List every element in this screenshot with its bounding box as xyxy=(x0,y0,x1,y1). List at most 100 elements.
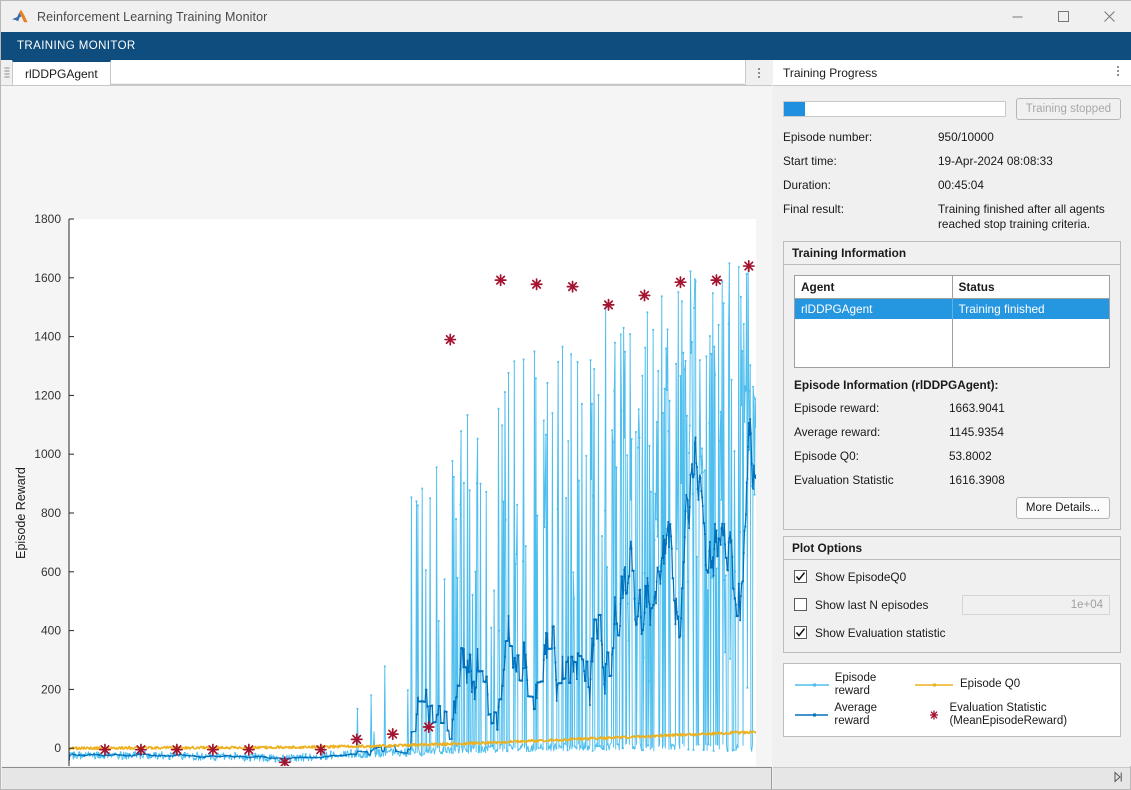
option-label: Show last N episodes xyxy=(815,598,928,612)
toolstrip-tab-training-monitor[interactable]: TRAINING MONITOR xyxy=(11,36,142,56)
field-value: 1616.3908 xyxy=(949,473,1110,488)
field-label: Final result: xyxy=(783,202,938,232)
svg-text:400: 400 xyxy=(41,624,61,638)
more-details-row: More Details... xyxy=(794,497,1110,519)
option-show-evaluation-statistic[interactable]: Show Evaluation statistic xyxy=(794,626,1110,640)
svg-text:800: 800 xyxy=(41,506,61,520)
kebab-icon xyxy=(758,68,760,78)
option-show-episodeq0[interactable]: Show EpisodeQ0 xyxy=(794,570,1110,584)
field-label: Duration: xyxy=(783,178,938,193)
field-episode-q0: Episode Q0: 53.8002 xyxy=(794,449,1110,464)
group-title: Plot Options xyxy=(784,537,1120,560)
cell-agent: rlDDPGAgent xyxy=(795,299,953,320)
stop-training-button[interactable]: Training stopped xyxy=(1016,98,1121,120)
option-show-last-n-episodes[interactable]: Show last N episodes 1e+04 xyxy=(794,595,1110,615)
legend-swatch-line-icon xyxy=(794,710,828,720)
chart-legend: Episode reward Episode Q0 Average reward xyxy=(783,663,1121,737)
document-tab-overflow-button[interactable] xyxy=(746,60,772,85)
last-n-episodes-input[interactable]: 1e+04 xyxy=(962,595,1110,615)
table-header-row: Agent Status xyxy=(795,276,1110,299)
field-value: 950/10000 xyxy=(938,130,1121,145)
group-body: Agent Status rlDDPGAgent Training finish… xyxy=(784,265,1120,529)
tab-bar-filler xyxy=(111,60,746,85)
field-label: Evaluation Statistic xyxy=(794,473,949,488)
progress-bar-fill xyxy=(784,102,805,116)
field-final-result: Final result: Training finished after al… xyxy=(783,202,1121,232)
matlab-icon xyxy=(11,8,29,26)
cell-empty xyxy=(795,319,953,367)
legend-entry-evaluation-statistic: Evaluation Statistic (MeanEpisodeReward) xyxy=(914,702,1110,728)
checkbox-show-episodeq0[interactable] xyxy=(794,570,807,583)
training-chart[interactable]: -200020040060080010001200140016001800010… xyxy=(1,86,772,766)
table-row[interactable]: rlDDPGAgent Training finished xyxy=(795,299,1110,320)
svg-text:Episode Reward: Episode Reward xyxy=(14,467,28,559)
legend-label: Episode reward xyxy=(835,672,904,698)
checkbox-show-last-n-episodes[interactable] xyxy=(794,598,807,611)
progress-row: Training stopped xyxy=(783,98,1121,120)
field-value: 1663.9041 xyxy=(949,401,1110,416)
field-episode-reward: Episode reward: 1663.9041 xyxy=(794,401,1110,416)
svg-text:1000: 1000 xyxy=(34,447,61,461)
option-label: Show Evaluation statistic xyxy=(815,626,946,640)
training-information-group: Training Information Agent Status rlDDPG… xyxy=(783,241,1121,530)
field-label: Average reward: xyxy=(794,425,949,440)
plot-panel: Episode reward for rlPFCMdl with rlDDPGA… xyxy=(1,86,772,766)
group-title: Training Information xyxy=(784,242,1120,265)
panel-title: Training Progress xyxy=(783,66,877,80)
legend-swatch-line-icon xyxy=(794,680,829,690)
field-start-time: Start time: 19-Apr-2024 08:08:33 xyxy=(783,154,1121,169)
svg-text:1600: 1600 xyxy=(34,271,61,285)
svg-text:1200: 1200 xyxy=(34,388,61,402)
legend-entry-average-reward: Average reward xyxy=(794,702,904,728)
field-average-reward: Average reward: 1145.9354 xyxy=(794,425,1110,440)
training-monitor-window: Reinforcement Learning Training Monitor … xyxy=(0,0,1131,790)
more-details-button[interactable]: More Details... xyxy=(1016,497,1110,519)
field-value: 00:45:04 xyxy=(938,178,1121,193)
cell-empty xyxy=(952,319,1110,367)
tab-grip-icon[interactable] xyxy=(1,60,12,85)
document-tab-label: rlDDPGAgent xyxy=(25,67,98,81)
plot-options-group: Plot Options Show EpisodeQ0 Show last N … xyxy=(783,536,1121,653)
training-progress-bar xyxy=(783,101,1006,117)
panel-options-button[interactable] xyxy=(1117,66,1119,76)
kebab-icon xyxy=(1117,66,1119,76)
panel-body: Training stopped Episode number: 950/100… xyxy=(773,86,1131,737)
field-evaluation-statistic: Evaluation Statistic 1616.3908 xyxy=(794,473,1110,488)
table-row-empty xyxy=(795,319,1110,367)
svg-text:1800: 1800 xyxy=(34,212,61,226)
close-button[interactable] xyxy=(1086,1,1131,32)
field-value: 53.8002 xyxy=(949,449,1110,464)
document-tab-bar: rlDDPGAgent xyxy=(1,60,772,86)
agent-status-table[interactable]: Agent Status rlDDPGAgent Training finish… xyxy=(794,275,1110,368)
svg-text:200: 200 xyxy=(41,682,61,696)
checkbox-show-evaluation-statistic[interactable] xyxy=(794,626,807,639)
legend-entry-episode-q0: Episode Q0 xyxy=(914,678,1110,691)
field-label: Episode reward: xyxy=(794,401,949,416)
legend-label: Average reward xyxy=(834,702,904,728)
toolstrip: TRAINING MONITOR xyxy=(1,32,1131,60)
field-label: Episode number: xyxy=(783,130,938,145)
scroll-end-icon[interactable] xyxy=(1112,770,1124,788)
field-value: 1145.9354 xyxy=(949,425,1110,440)
column-header-agent: Agent xyxy=(795,276,953,299)
status-bar-right xyxy=(773,767,1130,789)
legend-label: Evaluation Statistic (MeanEpisodeReward) xyxy=(949,702,1110,728)
status-bar-left xyxy=(2,767,772,789)
cell-status: Training finished xyxy=(952,299,1110,320)
svg-text:1400: 1400 xyxy=(34,330,61,344)
svg-text:600: 600 xyxy=(41,565,61,579)
document-tab-rlddpgagent[interactable]: rlDDPGAgent xyxy=(12,60,111,85)
window-controls xyxy=(994,1,1131,32)
field-value: 19-Apr-2024 08:08:33 xyxy=(938,154,1121,169)
legend-label: Episode Q0 xyxy=(960,678,1020,691)
svg-text:0: 0 xyxy=(54,741,61,755)
field-label: Episode Q0: xyxy=(794,449,949,464)
window-title: Reinforcement Learning Training Monitor xyxy=(37,10,267,24)
minimize-button[interactable] xyxy=(994,1,1040,32)
field-episode-number: Episode number: 950/10000 xyxy=(783,130,1121,145)
chart-svg: -200020040060080010001200140016001800010… xyxy=(1,86,772,766)
field-duration: Duration: 00:45:04 xyxy=(783,178,1121,193)
option-label: Show EpisodeQ0 xyxy=(815,570,906,584)
maximize-button[interactable] xyxy=(1040,1,1086,32)
panel-header: Training Progress xyxy=(773,60,1131,86)
